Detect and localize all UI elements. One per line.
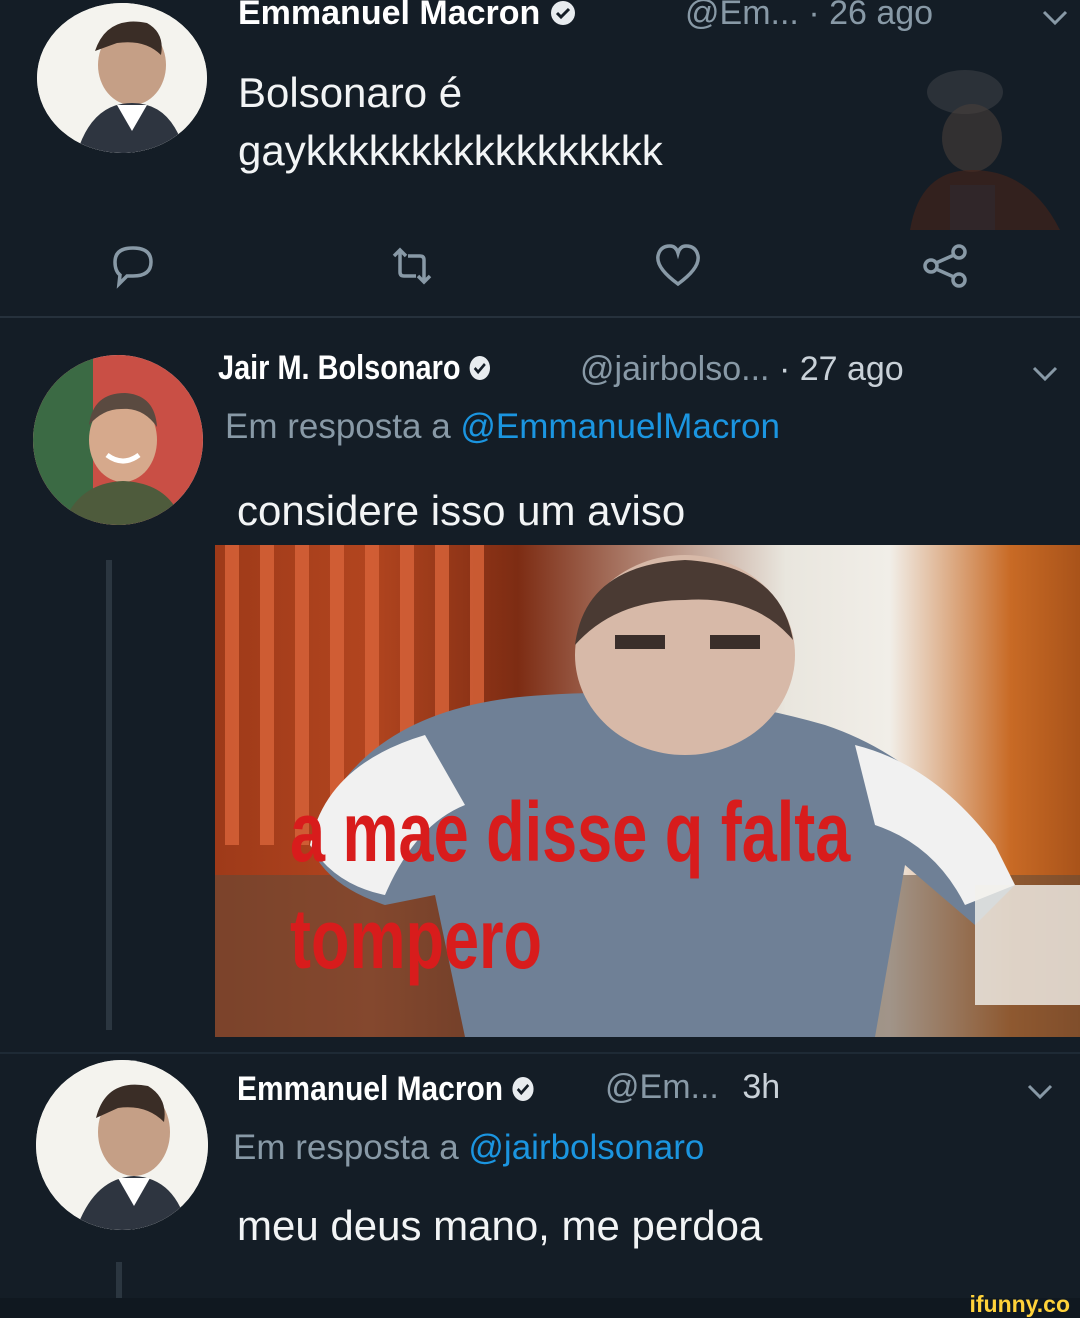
- tweet-handle[interactable]: @Em...: [685, 0, 799, 32]
- tweet-author-name[interactable]: Emmanuel Macron: [238, 0, 540, 32]
- reply-mention-link[interactable]: @EmmanuelMacron: [460, 407, 780, 446]
- thread-line: [116, 1262, 122, 1298]
- avatar[interactable]: [37, 3, 207, 153]
- tweet-text: considere isso um aviso: [237, 487, 686, 534]
- tweet-text: meu deus mano, me perdoa: [237, 1202, 763, 1249]
- reply-context-label: Em resposta a: [233, 1128, 459, 1167]
- verified-badge-icon: [550, 0, 576, 35]
- chevron-down-icon[interactable]: [1030, 362, 1060, 386]
- tweet-handle[interactable]: @jairbolso...: [580, 350, 769, 388]
- verified-badge-icon: [511, 1072, 534, 1111]
- tweet-divider: [0, 316, 1080, 318]
- tweet-author-name[interactable]: Emmanuel Macron: [237, 1070, 503, 1108]
- tweet-timestamp[interactable]: 3h: [742, 1068, 780, 1106]
- watermark: ifunny.co: [969, 1291, 1070, 1317]
- tweet-divider: [0, 1052, 1080, 1054]
- tweet-media-image[interactable]: a mae disse q falta tompero: [215, 545, 1080, 1037]
- chevron-down-icon[interactable]: [1040, 6, 1070, 30]
- chevron-down-icon[interactable]: [1025, 1080, 1055, 1104]
- meme-caption-line: tompero: [290, 892, 542, 986]
- share-icon[interactable]: [915, 236, 975, 296]
- meme-caption-line: a mae disse q falta: [290, 785, 851, 879]
- tweet-handle[interactable]: @Em...: [605, 1068, 719, 1106]
- tweet-timestamp[interactable]: · 26 ago: [808, 0, 933, 32]
- background-figure-image: [910, 70, 1060, 230]
- verified-badge-icon: [469, 351, 491, 390]
- reply-context-label: Em resposta a: [225, 407, 451, 446]
- avatar[interactable]: [36, 1060, 208, 1230]
- reply-mention-link[interactable]: @jairbolsonaro: [468, 1128, 704, 1167]
- retweet-icon[interactable]: [382, 236, 442, 296]
- tweet-text-line: gaykkkkkkkkkkkkkkkkk: [238, 127, 663, 174]
- tweet-text-line: Bolsonaro é: [238, 69, 463, 116]
- avatar[interactable]: [33, 355, 203, 525]
- like-icon[interactable]: [648, 236, 708, 296]
- footer-bar: ifunny.co: [0, 1291, 1080, 1318]
- reply-icon[interactable]: [103, 236, 163, 296]
- tweet-timestamp[interactable]: · 27 ago: [779, 350, 904, 388]
- thread-line: [106, 560, 112, 1030]
- tweet-author-name[interactable]: Jair M. Bolsonaro: [218, 349, 460, 387]
